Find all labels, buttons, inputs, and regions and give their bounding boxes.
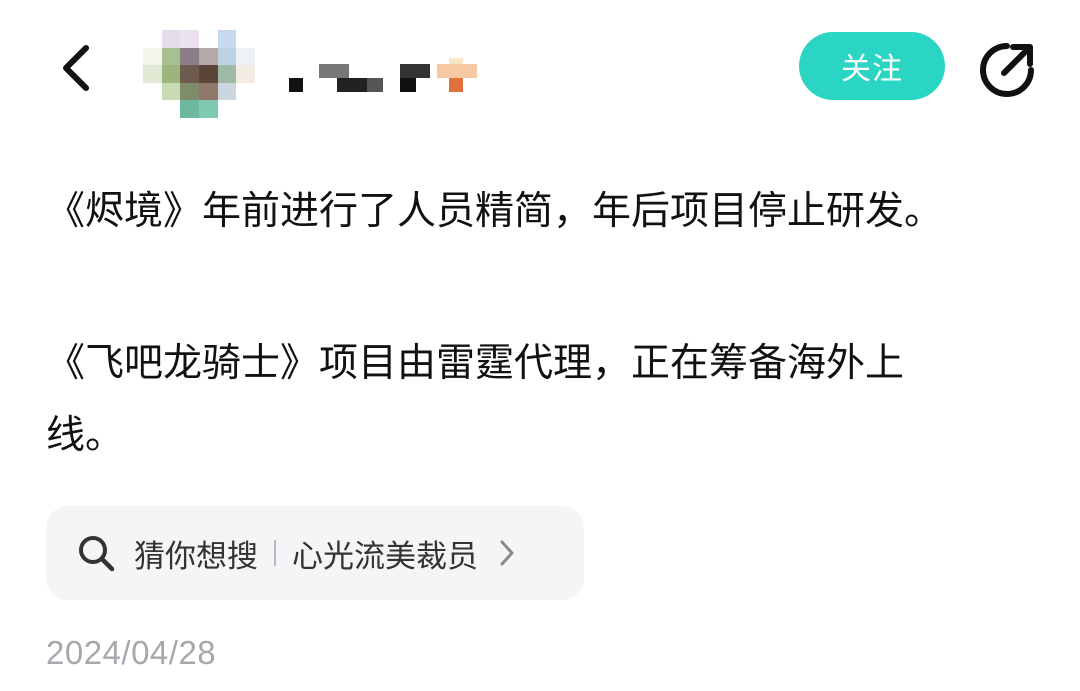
back-button[interactable] xyxy=(50,38,100,98)
search-suggestion[interactable]: 猜你想搜 心光流美裁员 xyxy=(46,506,584,600)
divider xyxy=(274,540,276,566)
search-icon xyxy=(79,536,115,572)
search-suggestion-query: 心光流美裁员 xyxy=(292,538,478,575)
post-page: 关注 《烬境》年前进行了人员精简，年后项目停止研发。 《飞吧龙骑士》项目由雷霆代… xyxy=(0,0,1080,691)
post-date: 2024/04/28 xyxy=(46,634,217,671)
avatar[interactable] xyxy=(143,30,255,118)
share-button[interactable] xyxy=(975,38,1039,102)
share-icon xyxy=(980,43,1034,97)
username-pixels xyxy=(287,58,487,98)
chevron-right-icon xyxy=(498,538,516,568)
post-paragraph: 《烬境》年前进行了人员精简，年后项目停止研发。 xyxy=(46,189,944,234)
post-paragraph: 《飞吧龙骑士》项目由雷霆代理，正在筹备海外上线。 xyxy=(46,341,905,458)
follow-button[interactable]: 关注 xyxy=(799,32,945,100)
chevron-left-icon xyxy=(63,45,89,91)
search-suggestion-prefix: 猜你想搜 xyxy=(134,538,258,575)
